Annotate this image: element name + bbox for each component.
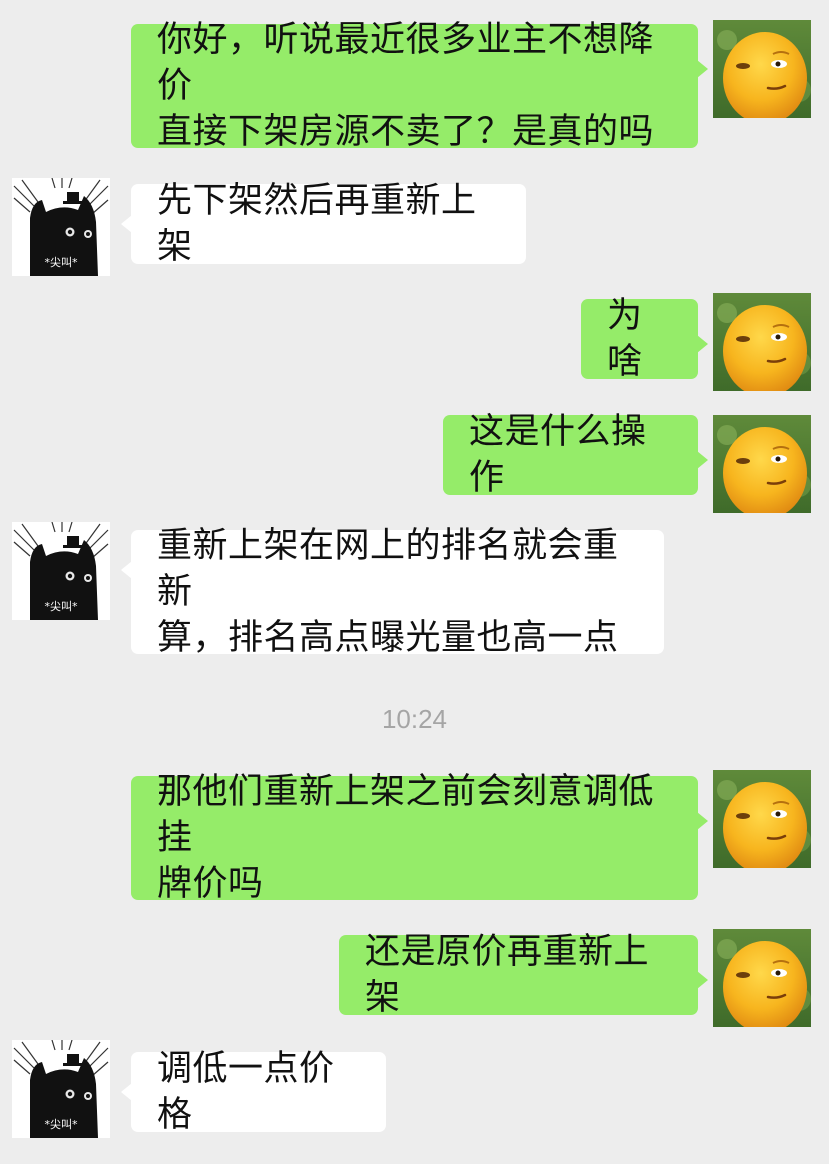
yellow-duck-avatar[interactable]	[713, 20, 811, 118]
yellow-duck-avatar[interactable]	[713, 770, 811, 868]
avatar-caption: *尖叫*	[44, 1118, 78, 1131]
message-bubble-incoming[interactable]: 调低一点价格	[121, 1049, 386, 1135]
message-text: 先下架然后再重新上架	[157, 181, 477, 267]
message-text: 你好，听说最近很多业主不想降价 直接下架房源不卖了？是真的吗	[157, 20, 655, 152]
black-cat-avatar[interactable]: *尖叫*	[12, 522, 110, 620]
message-bubble-incoming[interactable]: 重新上架在网上的排名就会重新 算，排名高点曝光量也高一点	[121, 526, 664, 658]
avatar-caption: *尖叫*	[44, 256, 78, 269]
avatar-caption: *尖叫*	[44, 600, 78, 613]
message-bubble-outgoing[interactable]: 这是什么操作	[443, 412, 708, 498]
black-cat-avatar[interactable]: *尖叫*	[12, 178, 110, 276]
message-bubble-incoming[interactable]: 先下架然后再重新上架	[121, 181, 526, 267]
message-text: 还是原价再重新上架	[365, 932, 650, 1018]
black-cat-avatar[interactable]: *尖叫*	[12, 1040, 110, 1138]
yellow-duck-avatar[interactable]	[713, 415, 811, 513]
yellow-duck-avatar[interactable]	[713, 293, 811, 391]
message-bubble-outgoing[interactable]: 为啥	[581, 296, 708, 382]
message-text: 那他们重新上架之前会刻意调低挂 牌价吗	[157, 772, 655, 904]
yellow-duck-avatar[interactable]	[713, 929, 811, 1027]
message-text: 重新上架在网上的排名就会重新 算，排名高点曝光量也高一点	[157, 526, 619, 658]
message-text: 调低一点价格	[157, 1049, 335, 1135]
message-bubble-outgoing[interactable]: 还是原价再重新上架	[339, 932, 708, 1018]
message-bubble-outgoing[interactable]: 那他们重新上架之前会刻意调低挂 牌价吗	[131, 772, 708, 904]
message-text: 为啥	[607, 296, 643, 382]
message-text: 这是什么操作	[469, 412, 647, 498]
message-bubble-outgoing[interactable]: 你好，听说最近很多业主不想降价 直接下架房源不卖了？是真的吗	[131, 20, 708, 152]
timestamp-divider: 10:24	[381, 704, 448, 734]
